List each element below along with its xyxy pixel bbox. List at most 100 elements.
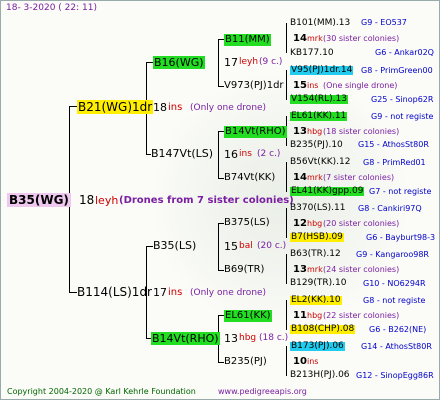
sire-breed: ins bbox=[168, 102, 183, 113]
connector bbox=[286, 300, 287, 330]
gen4-info: G14 - AthosSt80R bbox=[361, 342, 432, 351]
website-link[interactable]: www.pedigreeapis.org bbox=[218, 388, 307, 396]
gen4-info: G8 - PrimGreen00 bbox=[361, 66, 433, 75]
gen4-info: G6 - B262(NE) bbox=[369, 325, 427, 334]
connector bbox=[286, 208, 287, 238]
gen3-d-breed: mrk bbox=[307, 173, 323, 182]
queen-dam[interactable]: B114(LS)1dr bbox=[77, 286, 152, 298]
gen4-info: G9 - Kangaroo98R bbox=[356, 250, 429, 259]
queen-sd[interactable]: B147Vt(LS) bbox=[151, 148, 213, 159]
queen-sire[interactable]: B21(WG)1dr bbox=[77, 100, 154, 114]
gen3-e-note: (20 sister colonies) bbox=[323, 219, 400, 228]
queen-gen4[interactable]: V154(RL).13 bbox=[290, 95, 348, 104]
connector bbox=[218, 131, 219, 178]
queen-dd[interactable]: B14Vt(RHO) bbox=[151, 332, 220, 345]
pedigree-chart: 18- 3-2020 ( 22: 11) B35(WG) 18 leyh (Dr… bbox=[0, 0, 440, 400]
connector bbox=[146, 246, 153, 247]
gen4-info: G6 - Ankar02Q bbox=[375, 48, 434, 57]
gen3-c-number: 13 bbox=[293, 126, 307, 137]
gen3-c-breed: hbg bbox=[307, 127, 323, 136]
connector bbox=[69, 106, 77, 107]
gen4-info: G9 - not registe bbox=[371, 112, 434, 121]
copyright-text: Copyright 2004-2020 @ Karl Kehrle Founda… bbox=[7, 387, 196, 396]
ss-breed: leyh bbox=[239, 57, 259, 67]
queen-gen3-g[interactable]: EL61(KK) bbox=[224, 310, 272, 322]
queen-gen4[interactable]: B7(HSB).09 bbox=[290, 233, 344, 242]
gen3-d-note: (7 sister colonies) bbox=[323, 173, 395, 182]
gen4-info: G12 - SinopEgg86R bbox=[356, 371, 434, 380]
connector bbox=[218, 39, 219, 86]
gen3-f-number: 13 bbox=[293, 264, 307, 275]
sd-note: (2 c.) bbox=[257, 149, 281, 159]
queen-gen4[interactable]: V95(PJ)1dr.14 bbox=[290, 66, 354, 75]
queen-gen3-f[interactable]: B69(TR) bbox=[224, 265, 264, 275]
queen-root[interactable]: B35(WG) bbox=[7, 193, 71, 207]
queen-gen4[interactable]: B213H(PJ).06 bbox=[290, 371, 350, 380]
queen-gen4[interactable]: B63(TR).12 bbox=[290, 250, 341, 259]
gen3-a-breed: mrk bbox=[307, 34, 323, 43]
gen3-g-note: (22 sister colonies) bbox=[323, 311, 400, 320]
gen3-b-breed: ins bbox=[307, 81, 319, 90]
queen-ss[interactable]: B16(WG) bbox=[153, 56, 205, 69]
queen-gen4[interactable]: KB177.10 bbox=[290, 49, 334, 58]
gen4-info: G10 - NO6294R bbox=[363, 279, 426, 288]
sire-note: (Only one drone) bbox=[190, 103, 267, 113]
queen-gen4[interactable]: B108(CHP).08 bbox=[290, 325, 356, 334]
queen-gen4[interactable]: B173(PJ).06 bbox=[290, 342, 345, 351]
dam-number: 17 bbox=[153, 286, 167, 299]
gen4-info: G7 - not registe bbox=[369, 187, 432, 196]
queen-gen3-c[interactable]: B14Vt(RHO) bbox=[224, 126, 287, 138]
queen-gen4[interactable]: B235(PJ).10 bbox=[290, 141, 343, 150]
queen-gen3-b[interactable]: V973(PJ)1dr bbox=[224, 81, 284, 91]
gen3-c-note: (18 sister colonies) bbox=[323, 127, 400, 136]
ss-note: (9 c.) bbox=[259, 57, 283, 67]
gen4-info: G8 - not registe bbox=[363, 296, 426, 305]
root-breed: leyh bbox=[95, 194, 119, 207]
sd-breed: ins bbox=[239, 149, 252, 159]
gen3-a-note: (30 sister colonies) bbox=[323, 34, 400, 43]
connector bbox=[286, 70, 287, 100]
gen3-h-number: 10 bbox=[293, 356, 307, 367]
gen3-g-breed: hbg bbox=[307, 311, 323, 320]
root-note: (Drones from 7 sister colonies) bbox=[119, 195, 294, 206]
connector bbox=[286, 254, 287, 284]
queen-gen3-e[interactable]: B375(LS) bbox=[224, 218, 270, 228]
gen3-b-number: 15 bbox=[293, 80, 307, 91]
queen-gen3-a[interactable]: B11(MM) bbox=[224, 34, 271, 46]
gen4-info: G25 - Sinop62R bbox=[371, 95, 434, 104]
ds-note: (20 c.) bbox=[257, 241, 287, 251]
gen3-g-number: 11 bbox=[293, 310, 307, 321]
ss-number: 17 bbox=[224, 56, 238, 69]
connector bbox=[286, 346, 287, 376]
queen-gen3-h[interactable]: B235(PJ) bbox=[224, 357, 267, 367]
queen-gen4[interactable]: EL61(KK).11 bbox=[290, 112, 348, 121]
sire-number: 18 bbox=[153, 101, 167, 114]
gen3-a-number: 14 bbox=[293, 33, 307, 44]
queen-gen4[interactable]: EL41(KK)gpp.09 bbox=[290, 187, 365, 196]
dam-breed: ins bbox=[168, 287, 183, 298]
queen-gen4[interactable]: EL2(KK).10 bbox=[290, 296, 342, 305]
queen-gen4[interactable]: B129(TR).10 bbox=[290, 279, 346, 288]
connector bbox=[146, 62, 153, 63]
date-header: 18- 3-2020 ( 22: 11) bbox=[6, 3, 97, 13]
ds-breed: bal bbox=[239, 241, 253, 251]
dam-note: (Only one drone) bbox=[190, 288, 267, 298]
queen-gen4[interactable]: B370(LS).11 bbox=[290, 204, 345, 213]
gen3-f-breed: mrk bbox=[307, 265, 323, 274]
gen3-e-breed: hbg bbox=[307, 219, 323, 228]
queen-gen4[interactable]: B56Vt(KK).12 bbox=[290, 158, 350, 167]
queen-gen4[interactable]: B101(MM).13 bbox=[290, 19, 350, 28]
gen4-info: G9 - EO537 bbox=[361, 18, 407, 27]
queen-ds[interactable]: B35(LS) bbox=[153, 240, 196, 251]
queen-gen3-d[interactable]: B74Vt(KK) bbox=[224, 173, 275, 183]
gen4-info: G8 - Cankiri97Q bbox=[358, 204, 422, 213]
dd-number: 13 bbox=[224, 332, 238, 345]
ds-number: 15 bbox=[224, 240, 238, 253]
gen3-h-breed: ins bbox=[307, 357, 319, 366]
sd-number: 16 bbox=[224, 148, 238, 161]
connector bbox=[69, 292, 77, 293]
gen3-e-number: 12 bbox=[293, 218, 307, 229]
gen3-b-note: (One single drone) bbox=[323, 81, 398, 90]
gen4-info: G6 - Bayburt98-3 bbox=[366, 233, 436, 242]
gen3-f-note: (24 sister colonies) bbox=[323, 265, 400, 274]
